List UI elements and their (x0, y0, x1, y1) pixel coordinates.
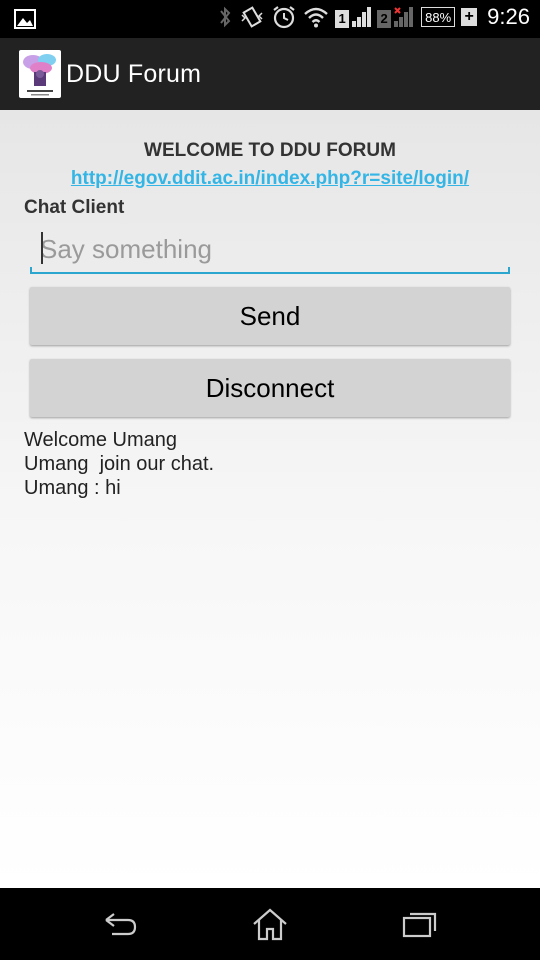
input-underline (30, 267, 510, 274)
vibrate-icon (241, 6, 263, 28)
chat-message: Umang : hi (24, 477, 121, 499)
chat-messages: Welcome Umang Umang join our chat. Umang… (24, 428, 214, 500)
welcome-heading: WELCOME TO DDU FORUM (144, 140, 396, 161)
sim1-badge: 1 (335, 10, 350, 28)
bluetooth-icon (220, 6, 231, 28)
message-input[interactable] (30, 228, 510, 270)
status-icons: 1 2 88% + 9:26 (217, 4, 530, 30)
wifi-icon (304, 7, 328, 28)
text-cursor (41, 232, 43, 264)
action-bar: DDU Forum (0, 38, 540, 110)
back-icon[interactable] (100, 906, 140, 942)
recent-apps-icon[interactable] (400, 906, 440, 942)
clock: 9:26 (487, 4, 530, 29)
main-content: WELCOME TO DDU FORUM http://egov.ddit.ac… (0, 110, 540, 888)
chat-client-label: Chat Client (24, 197, 125, 218)
forum-login-link[interactable]: http://egov.ddit.ac.in/index.php?r=site/… (0, 168, 540, 190)
navigation-bar (0, 888, 540, 960)
gallery-icon (14, 9, 36, 29)
status-bar: 1 2 88% + 9:26 (0, 0, 540, 38)
message-input-container[interactable] (30, 228, 510, 274)
charging-icon: + (461, 8, 478, 26)
chat-message: Welcome Umang (24, 429, 178, 451)
chat-message: Umang join our chat. (24, 453, 215, 475)
send-button[interactable]: Send (30, 287, 510, 345)
battery-percent: 88% (425, 9, 452, 25)
home-icon[interactable] (250, 906, 290, 942)
signal-icon: 1 2 (335, 6, 415, 28)
battery-icon: 88% (421, 7, 456, 27)
sim2-badge: 2 (377, 10, 392, 28)
disconnect-button[interactable]: Disconnect (30, 359, 510, 417)
app-logo-icon[interactable] (19, 50, 61, 98)
alarm-icon (273, 6, 295, 29)
app-title: DDU Forum (66, 60, 202, 88)
